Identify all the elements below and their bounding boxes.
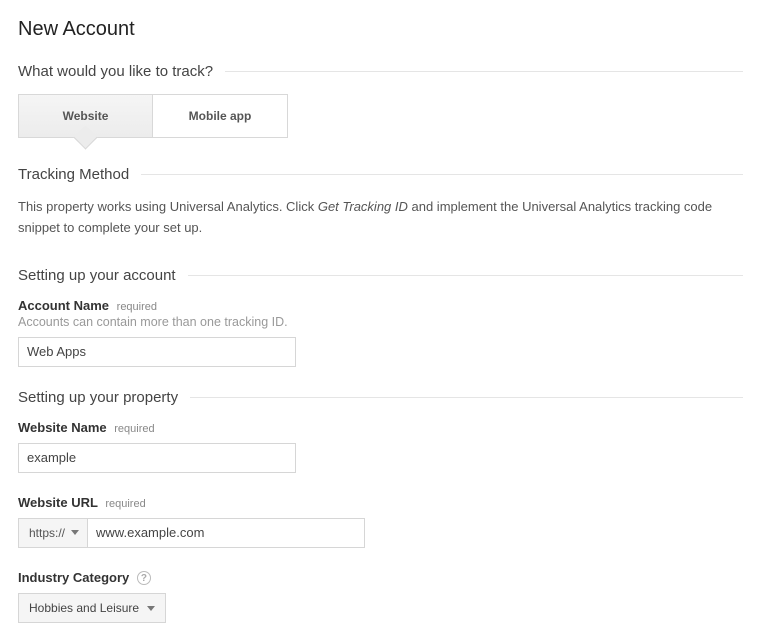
chevron-down-icon <box>71 530 79 535</box>
account-section-header: Setting up your account <box>18 267 743 284</box>
tracking-method-description: This property works using Universal Anal… <box>18 197 743 239</box>
chevron-down-icon <box>147 606 155 611</box>
industry-category-label: Industry Category ? <box>18 570 743 586</box>
tab-website-label: Website <box>63 109 109 123</box>
website-name-input[interactable] <box>18 443 296 473</box>
required-tag: required <box>114 423 154 435</box>
account-name-input[interactable] <box>18 337 296 367</box>
protocol-value: https:// <box>29 526 65 540</box>
website-url-input[interactable] <box>87 518 365 548</box>
required-tag: required <box>105 498 145 510</box>
account-name-label: Account Name required <box>18 298 743 313</box>
divider <box>141 174 743 175</box>
protocol-select[interactable]: https:// <box>18 518 87 548</box>
divider <box>225 71 743 72</box>
account-name-block: Account Name required Accounts can conta… <box>18 298 743 367</box>
track-question-header: What would you like to track? <box>18 63 743 80</box>
url-row: https:// <box>18 518 743 548</box>
page-title: New Account <box>18 18 743 41</box>
website-name-block: Website Name required <box>18 420 743 473</box>
industry-category-value: Hobbies and Leisure <box>29 601 139 615</box>
industry-category-label-text: Industry Category <box>18 570 129 585</box>
required-tag: required <box>117 301 157 313</box>
website-url-block: Website URL required https:// <box>18 495 743 548</box>
account-name-label-text: Account Name <box>18 298 109 313</box>
property-section-header: Setting up your property <box>18 389 743 406</box>
tab-mobile-app[interactable]: Mobile app <box>153 94 288 138</box>
account-section-heading: Setting up your account <box>18 267 188 284</box>
track-type-tabs: Website Mobile app <box>18 94 743 138</box>
tracking-method-heading: Tracking Method <box>18 166 141 183</box>
divider <box>188 275 743 276</box>
desc-emphasis: Get Tracking ID <box>318 199 408 214</box>
desc-before: This property works using Universal Anal… <box>18 199 318 214</box>
website-url-label-text: Website URL <box>18 495 98 510</box>
divider <box>190 397 743 398</box>
tab-mobile-label: Mobile app <box>189 109 252 123</box>
track-question-text: What would you like to track? <box>18 63 225 80</box>
industry-category-block: Industry Category ? Hobbies and Leisure <box>18 570 743 624</box>
property-section-heading: Setting up your property <box>18 389 190 406</box>
website-url-label: Website URL required <box>18 495 743 510</box>
tracking-method-header: Tracking Method <box>18 166 743 183</box>
account-name-hint: Accounts can contain more than one track… <box>18 315 743 329</box>
website-name-label: Website Name required <box>18 420 743 435</box>
industry-category-select[interactable]: Hobbies and Leisure <box>18 593 166 623</box>
website-name-label-text: Website Name <box>18 420 107 435</box>
help-icon[interactable]: ? <box>137 571 151 585</box>
tab-website[interactable]: Website <box>18 94 153 138</box>
